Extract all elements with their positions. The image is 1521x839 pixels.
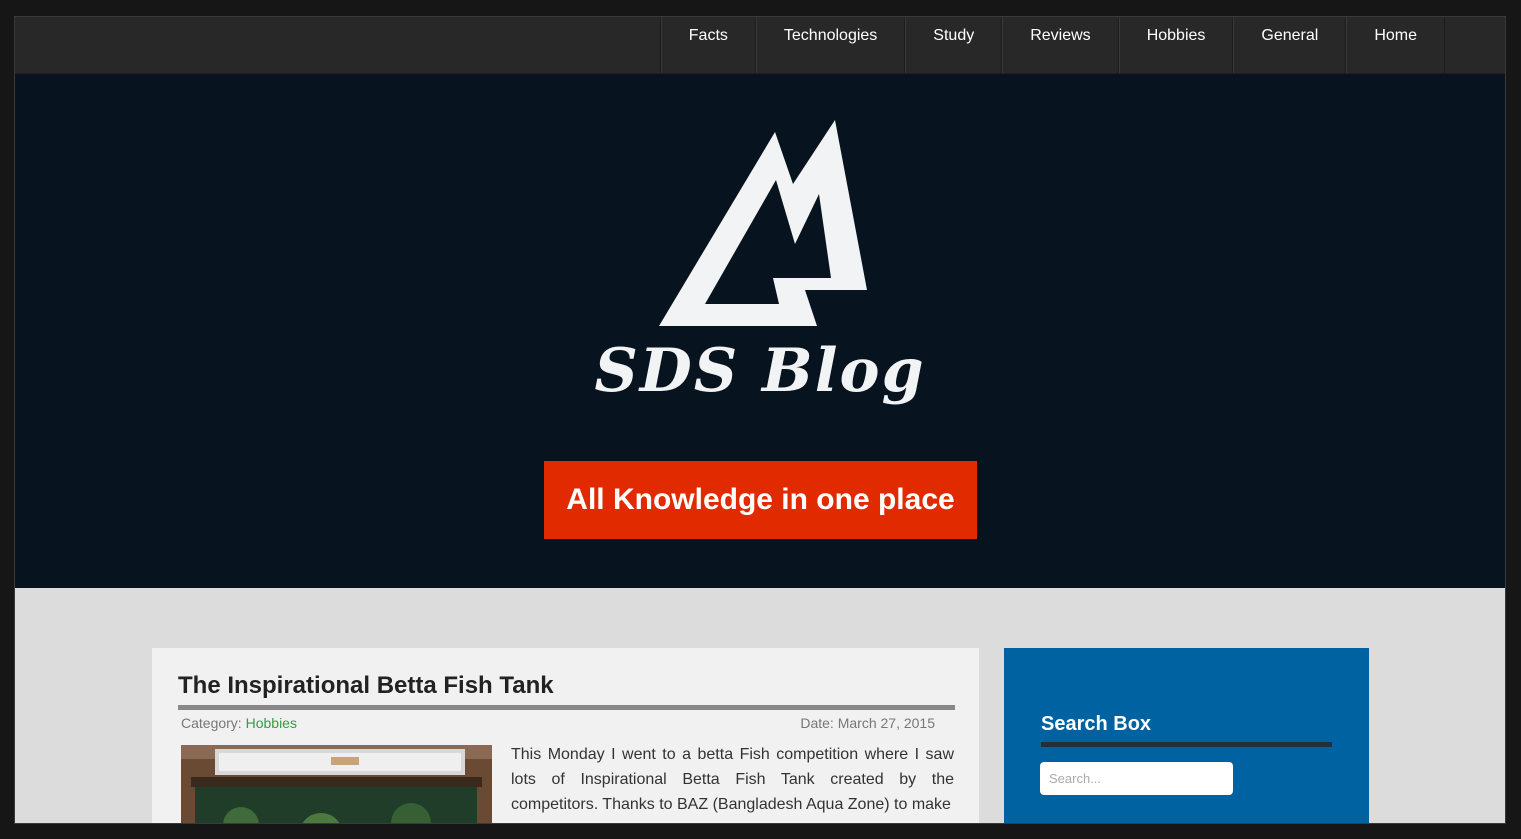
site-logo-text[interactable]: SDS Blog (590, 336, 930, 406)
post-meta: Category: Hobbies Date: March 27, 2015 (181, 715, 935, 731)
sidebar-search-widget: Search Box (1004, 648, 1369, 823)
search-box-title: Search Box (1041, 713, 1152, 735)
post-thumbnail-image[interactable] (181, 745, 492, 823)
search-box-divider (1041, 742, 1332, 747)
nav-item-reviews[interactable]: Reviews (1002, 17, 1119, 73)
post-date: Date: March 27, 2015 (800, 715, 935, 731)
nav-item-study[interactable]: Study (905, 17, 1003, 73)
nav-item-facts[interactable]: Facts (660, 17, 756, 73)
nav-item-home[interactable]: Home (1346, 17, 1445, 73)
nav-menu: Facts Technologies Study Reviews Hobbies… (659, 17, 1445, 73)
nav-item-general[interactable]: General (1233, 17, 1347, 73)
post-title-divider (178, 705, 955, 710)
hero-banner: SDS Blog All Knowledge in one place (15, 74, 1505, 588)
blog-post-card: The Inspirational Betta Fish Tank Catego… (152, 648, 979, 823)
post-category-link[interactable]: Hobbies (246, 715, 297, 731)
post-excerpt: This Monday I went to a betta Fish compe… (511, 746, 954, 813)
fish-tank-image (181, 745, 492, 823)
top-navbar: Facts Technologies Study Reviews Hobbies… (15, 17, 1505, 74)
main-content: The Inspirational Betta Fish Tank Catego… (15, 588, 1505, 823)
page-frame: Facts Technologies Study Reviews Hobbies… (14, 16, 1506, 824)
post-title[interactable]: The Inspirational Betta Fish Tank (178, 672, 554, 700)
nav-item-hobbies[interactable]: Hobbies (1118, 17, 1234, 73)
site-logo-icon[interactable] (655, 120, 867, 330)
post-category-label: Category: (181, 715, 242, 731)
tagline-banner: All Knowledge in one place (544, 461, 977, 539)
nav-item-technologies[interactable]: Technologies (755, 17, 906, 73)
search-input[interactable] (1040, 762, 1233, 795)
